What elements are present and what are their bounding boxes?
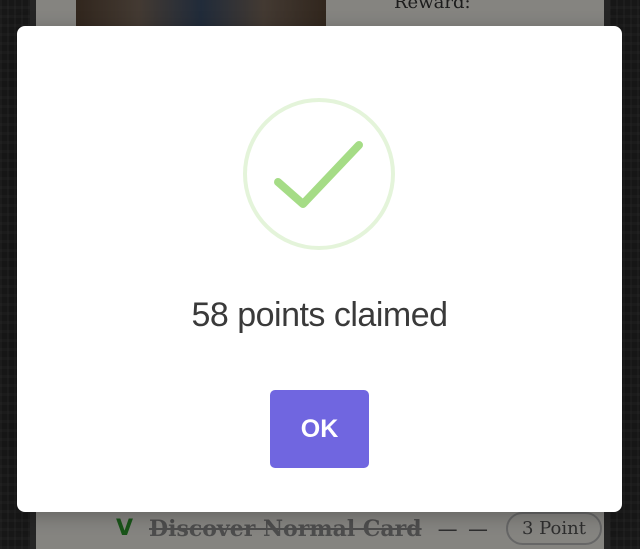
- game-screen: Reward: V Discover Normal Card — — 3 Poi…: [0, 0, 640, 549]
- ok-button[interactable]: OK: [270, 390, 369, 468]
- dialog-title: 58 points claimed: [191, 296, 448, 334]
- checkmark-circle-icon: [243, 98, 395, 250]
- success-dialog: 58 points claimed OK: [17, 26, 622, 512]
